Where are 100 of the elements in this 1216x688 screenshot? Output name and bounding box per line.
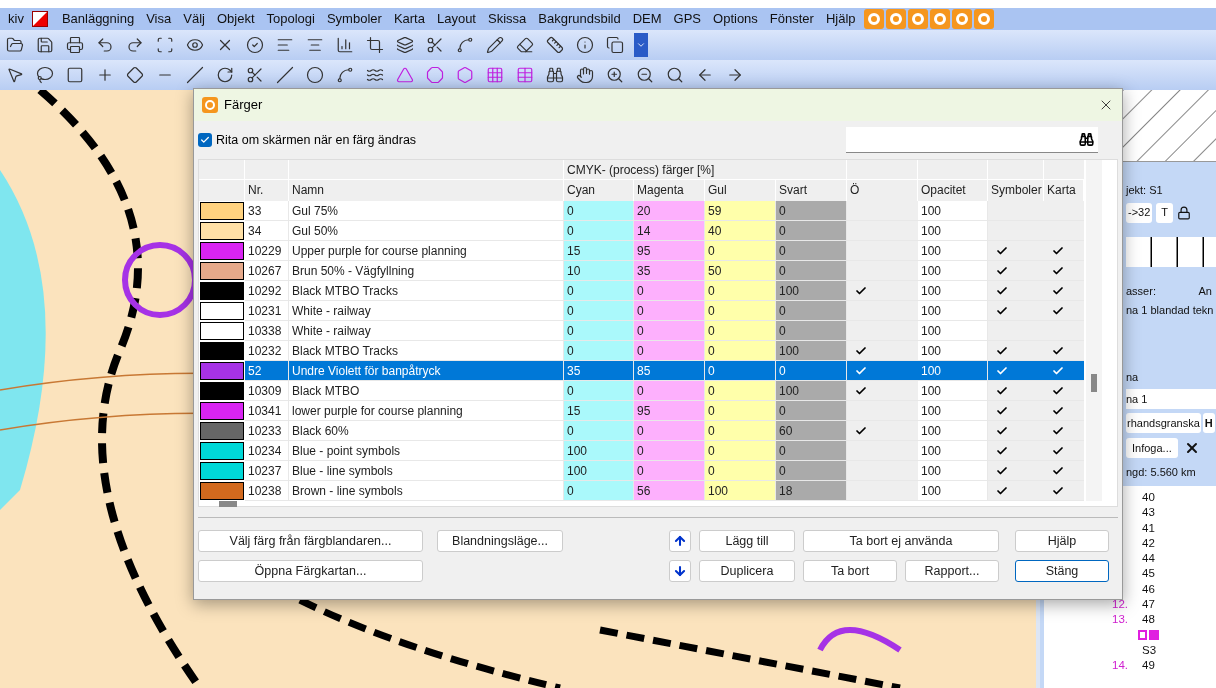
control-code[interactable]: 41: [1142, 520, 1155, 536]
table-row[interactable]: 52 Undre Violett för banpåtryck 35 85 0 0 100: [199, 361, 1084, 381]
table-cell: 100: [918, 201, 988, 221]
menu-item[interactable]: Options: [707, 9, 764, 29]
search-field[interactable]: [846, 127, 1098, 153]
range-button[interactable]: ->32: [1126, 202, 1153, 223]
dialog-button[interactable]: Ta bort: [803, 560, 897, 582]
menu-item[interactable]: Välj: [177, 9, 211, 29]
redraw-checkbox[interactable]: [198, 133, 212, 147]
column-label: An: [1198, 283, 1212, 299]
control-code[interactable]: 46: [1142, 581, 1155, 598]
menu-item[interactable]: Bakgrundsbild: [532, 9, 627, 29]
check-icon: [855, 344, 867, 357]
table-cell: 0: [776, 221, 847, 241]
crop-icon[interactable]: [364, 34, 386, 56]
pencil-icon[interactable]: [484, 34, 506, 56]
control-code[interactable]: 43: [1142, 505, 1155, 521]
table-row[interactable]: 10238 Brown - line symbols 0 56 100 18 100: [199, 481, 1084, 501]
table-row[interactable]: 10232 Black MTBO Tracks 0 0 0 100 100: [199, 341, 1084, 361]
move-up-button[interactable]: [669, 530, 691, 552]
menu-item[interactable]: Fönster: [763, 9, 820, 29]
table-cell: Black MTBO Tracks: [289, 341, 564, 361]
dialog-button[interactable]: Lägg till: [699, 530, 795, 552]
table-cell: 100: [918, 241, 988, 261]
check-icon: [200, 135, 210, 145]
check-circle-icon[interactable]: [244, 34, 266, 56]
move-down-button[interactable]: [669, 560, 691, 582]
check-icon: [996, 444, 1008, 457]
dialog-button[interactable]: Rapport...: [905, 560, 999, 582]
table-cell: 33: [245, 201, 289, 221]
menu-item[interactable]: Banläggning: [55, 9, 141, 29]
control-code[interactable]: 47: [1142, 597, 1155, 613]
menu-item[interactable]: Visa: [140, 9, 178, 29]
insert-button[interactable]: Infoga...: [1126, 438, 1178, 458]
table-cell: 100: [918, 221, 988, 241]
table-row[interactable]: 33 Gul 75% 0 20 59 0 100: [199, 201, 1084, 221]
diamond-icon[interactable]: [124, 64, 146, 86]
check-icon: [996, 304, 1008, 317]
lasso-icon[interactable]: [34, 64, 56, 86]
dialog-button[interactable]: Duplicera: [699, 560, 795, 582]
dialog-button[interactable]: Välj färg från färgblandaren...: [198, 530, 423, 552]
table-row[interactable]: 10229 Upper purple for course planning 15 95 0 0 100: [199, 241, 1084, 261]
table-row[interactable]: 34 Gul 50% 0 14 40 0 100: [199, 221, 1084, 241]
menu-item[interactable]: Hjälp: [819, 9, 862, 29]
info-icon[interactable]: [574, 34, 596, 56]
preview-button[interactable]: rhandsgranska: [1126, 413, 1201, 433]
table-row[interactable]: 10341 lower purple for course planning 15 95 0 0 100: [199, 401, 1084, 421]
line-icon[interactable]: [274, 64, 296, 86]
line-icon[interactable]: [184, 64, 206, 86]
hand-icon[interactable]: [574, 64, 596, 86]
menu-item[interactable]: Karta: [387, 9, 431, 29]
table-cell: White - railway: [289, 301, 564, 321]
h-button[interactable]: H: [1202, 413, 1215, 433]
table-cell: Gul 50%: [289, 221, 564, 241]
menu-item[interactable]: Skissa: [482, 9, 533, 29]
octagon-icon[interactable]: [424, 64, 446, 86]
control-code[interactable]: 48: [1142, 612, 1155, 628]
control-number: 12.: [1112, 597, 1128, 613]
dialog-button[interactable]: Öppna Färgkartan...: [198, 560, 423, 582]
text-button[interactable]: T: [1156, 202, 1174, 223]
check-icon: [996, 244, 1008, 257]
menu-item[interactable]: Layout: [430, 9, 482, 29]
table-row[interactable]: 10233 Black 60% 0 0 0 60 100: [199, 421, 1084, 441]
control-code[interactable]: 49: [1142, 657, 1155, 674]
scrollbar-thumb[interactable]: [219, 501, 237, 507]
dialog-button[interactable]: Blandningsläge...: [437, 530, 563, 552]
layers-icon[interactable]: [394, 34, 416, 56]
copy-icon[interactable]: [604, 34, 626, 56]
table-cell: 0: [564, 321, 634, 341]
menu-item[interactable]: kiv: [0, 9, 32, 29]
table-row[interactable]: 10237 Blue - line symbols 100 0 0 0 100: [199, 461, 1084, 481]
circle-icon[interactable]: [304, 64, 326, 86]
scrollbar-thumb[interactable]: [1091, 374, 1097, 392]
table-row[interactable]: 10231 White - railway 0 0 0 0 100: [199, 301, 1084, 321]
menu-item[interactable]: GPS: [667, 9, 708, 29]
table-row[interactable]: 10267 Brun 50% - Vägfyllning 10 35 50 0 100: [199, 261, 1084, 281]
menu-item[interactable]: DEM: [626, 9, 668, 29]
control-code[interactable]: S3: [1142, 642, 1157, 658]
control-code[interactable]: 45: [1142, 566, 1155, 582]
dialog-button[interactable]: Hjälp: [1015, 530, 1109, 552]
table-row[interactable]: 10309 Black MTBO 0 0 0 100 100: [199, 381, 1084, 401]
control-code[interactable]: 40: [1142, 490, 1155, 506]
dialog-button[interactable]: Stäng: [1015, 560, 1109, 582]
table-cell: 100: [918, 361, 988, 381]
menu-item[interactable]: Symboler: [320, 9, 388, 29]
menu-item[interactable]: Objekt: [210, 9, 261, 29]
check-icon: [855, 364, 867, 377]
table-row[interactable]: 10234 Blue - point symbols 100 0 0 0 100: [199, 441, 1084, 461]
menu-item[interactable]: Topologi: [260, 9, 321, 29]
control-code[interactable]: 44: [1142, 551, 1155, 567]
control-code[interactable]: 42: [1142, 535, 1155, 552]
table-row[interactable]: 10292 Black MTBO Tracks 0 0 0 100 100: [199, 281, 1084, 301]
ruler-icon[interactable]: [544, 34, 566, 56]
printer-icon[interactable]: [64, 34, 86, 56]
lock-icon[interactable]: [1177, 205, 1192, 220]
search-icon[interactable]: [1079, 132, 1094, 147]
name-field[interactable]: na 1: [1126, 389, 1216, 409]
dialog-button[interactable]: Ta bort ej använda: [803, 530, 999, 552]
table-cell: 0: [634, 381, 705, 401]
table-row[interactable]: 10338 White - railway 0 0 0 0 100: [199, 321, 1084, 341]
